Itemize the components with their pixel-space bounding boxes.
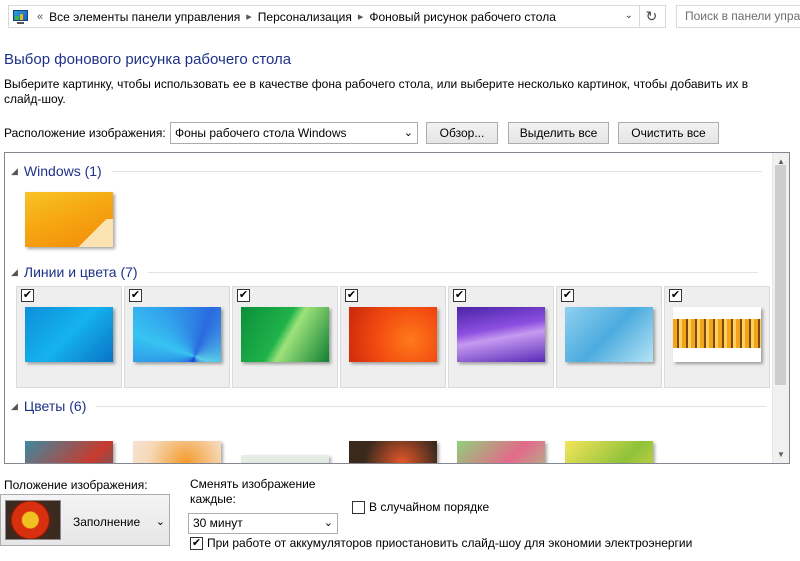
wallpaper-thumbnail xyxy=(241,307,329,362)
wallpaper-thumbnail xyxy=(25,307,113,362)
chevron-right-icon[interactable]: ▸ xyxy=(358,10,364,23)
wallpaper-thumbnail[interactable] xyxy=(241,455,329,463)
location-select[interactable]: Фоны рабочего стола Windows ⌄ xyxy=(170,122,418,144)
wallpaper-thumbnail xyxy=(457,307,545,362)
tile-checkbox[interactable]: ✔ xyxy=(345,289,358,302)
battery-pause-label: При работе от аккумуляторов приостановит… xyxy=(207,536,693,550)
wallpaper-thumbnail[interactable] xyxy=(349,441,437,463)
tile-checkbox[interactable]: ✔ xyxy=(669,289,682,302)
control-panel-icon xyxy=(11,7,31,27)
shuffle-checkbox[interactable] xyxy=(352,501,365,514)
group-header-windows[interactable]: ◢ Windows (1) xyxy=(11,161,762,181)
collapse-triangle-icon[interactable]: ◢ xyxy=(11,267,18,278)
battery-pause-checkbox[interactable]: ✔ xyxy=(190,537,203,550)
crumb-all-items[interactable]: Все элементы панели управления xyxy=(49,10,240,24)
tile-checkbox[interactable]: ✔ xyxy=(561,289,574,302)
chevron-down-icon: ⌄ xyxy=(403,127,413,139)
select-all-button[interactable]: Выделить все xyxy=(508,122,609,144)
group-title: Цветы (6) xyxy=(23,398,87,414)
crumb-desktop-background[interactable]: Фоновый рисунок рабочего стола xyxy=(369,10,556,24)
location-label: Расположение изображения: xyxy=(4,126,166,140)
back-chevron-icon[interactable]: « xyxy=(37,11,43,23)
chevron-down-icon: ⌄ xyxy=(323,517,333,529)
divider xyxy=(96,405,767,407)
scroll-thumb[interactable] xyxy=(775,165,786,385)
page-description: Выберите картинку, чтобы использовать ее… xyxy=(4,77,749,106)
wallpaper-tile[interactable]: ✔ xyxy=(448,286,554,388)
wallpaper-tile[interactable]: ✔ xyxy=(232,286,338,388)
location-value: Фоны рабочего стола Windows xyxy=(175,126,347,140)
position-value: Заполнение xyxy=(73,515,141,529)
group-title: Линии и цвета (7) xyxy=(23,264,138,280)
page-title: Выбор фонового рисунка рабочего стола xyxy=(4,51,292,68)
clear-all-button[interactable]: Очистить все xyxy=(618,122,719,144)
wallpaper-thumbnail xyxy=(25,192,113,247)
wallpaper-tile[interactable]: ✔ xyxy=(556,286,662,388)
position-preview-thumbnail xyxy=(5,500,61,540)
tile-checkbox[interactable]: ✔ xyxy=(237,289,250,302)
wallpaper-thumbnail[interactable] xyxy=(25,441,113,463)
scroll-down-icon[interactable]: ▼ xyxy=(773,446,789,463)
group-header-flowers[interactable]: ◢ Цветы (6) xyxy=(11,396,767,416)
interval-value: 30 минут xyxy=(193,516,243,530)
chevron-down-icon: ⌄ xyxy=(155,516,165,528)
wallpaper-thumbnail[interactable] xyxy=(133,441,221,463)
divider xyxy=(147,271,758,273)
shuffle-label: В случайном порядке xyxy=(369,500,490,514)
wallpaper-gallery[interactable]: ◢ Windows (1) ◢ Линии и цвета (7) ✔ ✔ ✔ … xyxy=(4,152,790,464)
chevron-right-icon[interactable]: ▸ xyxy=(246,10,252,23)
browse-button[interactable]: Обзор... xyxy=(426,122,498,144)
tile-checkbox[interactable]: ✔ xyxy=(453,289,466,302)
wallpaper-thumbnail xyxy=(133,307,221,362)
refresh-icon[interactable]: ↻ xyxy=(639,6,663,27)
wallpaper-tile[interactable]: ✔ xyxy=(340,286,446,388)
wallpaper-thumbnail[interactable] xyxy=(457,441,545,463)
interval-label: Сменять изображение каждые: xyxy=(190,477,316,506)
chevron-down-icon[interactable]: ⌄ xyxy=(625,10,633,21)
wallpaper-tile[interactable]: ✔ xyxy=(16,286,122,388)
interval-select[interactable]: 30 минут ⌄ xyxy=(188,513,338,534)
wallpaper-tile[interactable]: ✔ xyxy=(124,286,230,388)
address-bar: « Все элементы панели управления ▸ Персо… xyxy=(0,0,800,32)
wallpaper-thumbnail xyxy=(673,307,761,362)
collapse-triangle-icon[interactable]: ◢ xyxy=(11,401,18,412)
search-input[interactable]: Поиск в панели упра xyxy=(676,5,800,28)
group-header-lines-colors[interactable]: ◢ Линии и цвета (7) xyxy=(11,262,758,282)
wallpaper-thumbnail xyxy=(565,307,653,362)
group-title: Windows (1) xyxy=(23,163,102,179)
wallpaper-thumbnail[interactable] xyxy=(565,441,653,463)
wallpaper-thumbnail xyxy=(349,307,437,362)
position-label: Положение изображения: xyxy=(4,478,148,492)
collapse-triangle-icon[interactable]: ◢ xyxy=(11,166,18,177)
crumb-personalization[interactable]: Персонализация xyxy=(258,10,352,24)
tile-checkbox[interactable]: ✔ xyxy=(21,289,34,302)
tile-checkbox[interactable]: ✔ xyxy=(129,289,142,302)
wallpaper-tile[interactable]: ✔ xyxy=(664,286,770,388)
breadcrumb[interactable]: « Все элементы панели управления ▸ Персо… xyxy=(8,5,666,28)
vertical-scrollbar[interactable]: ▲ ▼ xyxy=(772,153,789,463)
divider xyxy=(111,170,762,172)
position-select[interactable]: Заполнение ⌄ xyxy=(0,494,170,546)
